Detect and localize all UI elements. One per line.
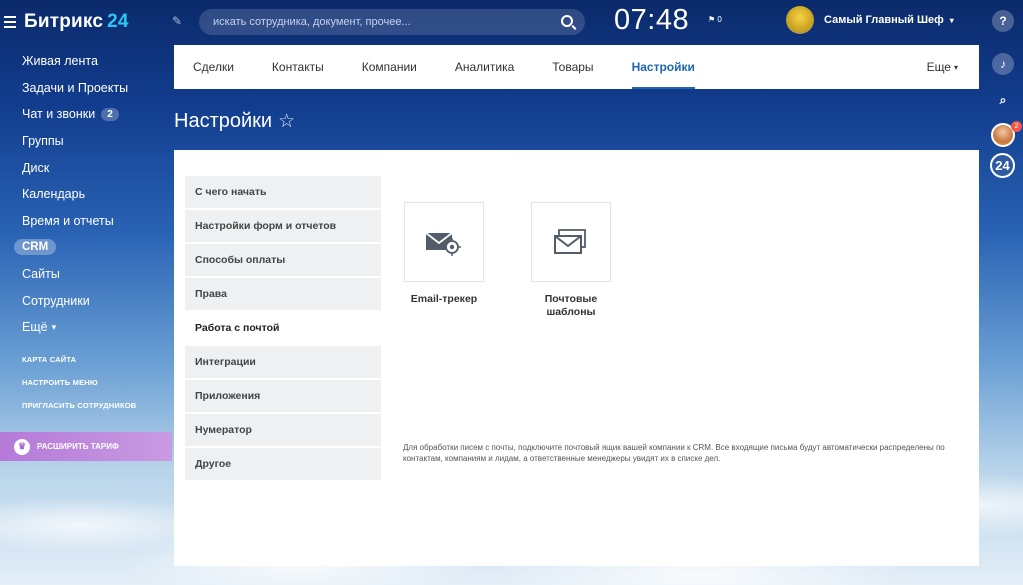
settings-item-forms[interactable]: Настройки форм и отчетов bbox=[185, 210, 381, 242]
settings-item-other[interactable]: Другое bbox=[185, 448, 381, 480]
sidebar-item-label: Диск bbox=[22, 160, 50, 175]
bitrix24-icon[interactable]: 24 bbox=[990, 153, 1015, 178]
sidebar-item-calendar[interactable]: Календарь bbox=[0, 181, 172, 208]
sidebar-item-feed[interactable]: Живая лента bbox=[0, 48, 172, 75]
logo-text: Битрикс bbox=[24, 11, 104, 32]
sidebar-item-label: Чат и звонки bbox=[22, 107, 96, 122]
sidebar-item-label: Сайты bbox=[22, 267, 60, 282]
settings-item-rights[interactable]: Права bbox=[185, 278, 381, 310]
menu-burger-icon[interactable] bbox=[4, 16, 22, 28]
pencil-icon[interactable]: ✎ bbox=[172, 14, 182, 28]
user-menu[interactable]: Самый Главный Шеф ▾ bbox=[786, 6, 954, 34]
flag-icon: ⚑ bbox=[708, 15, 716, 24]
user-name: Самый Главный Шеф bbox=[824, 14, 944, 26]
mail-templates-tile[interactable] bbox=[531, 202, 611, 282]
email-tracker-icon bbox=[425, 232, 461, 256]
sitemap-link[interactable]: КАРТА САЙТА bbox=[22, 355, 136, 378]
sidebar-item-disk[interactable]: Диск bbox=[0, 154, 172, 181]
page-title: Настройки bbox=[174, 110, 273, 132]
chevron-down-icon: ▾ bbox=[949, 15, 954, 25]
email-tracker-label[interactable]: Email-трекер bbox=[394, 293, 494, 306]
left-sidebar: Битрикс 24 Живая лента Задачи и Проекты Ч… bbox=[0, 0, 172, 585]
tab-deals[interactable]: Сделки bbox=[174, 45, 253, 89]
search-icon[interactable]: ⌕ bbox=[992, 89, 1014, 111]
settings-item-payment[interactable]: Способы оплаты bbox=[185, 244, 381, 276]
mail-templates-icon bbox=[554, 229, 586, 254]
sidebar-item-label: Время и отчеты bbox=[22, 213, 114, 228]
sidebar-item-tasks[interactable]: Задачи и Проекты bbox=[0, 75, 172, 102]
upgrade-plan-button[interactable]: ♛ РАСШИРИТЬ ТАРИФ bbox=[0, 432, 172, 461]
settings-item-apps[interactable]: Приложения bbox=[185, 380, 381, 412]
sidebar-small-links: КАРТА САЙТА НАСТРОИТЬ МЕНЮ ПРИГЛАСИТЬ СО… bbox=[22, 355, 136, 424]
mail-hint-text: Для обработки писем с почты, подключите … bbox=[403, 443, 945, 463]
invite-employees-link[interactable]: ПРИГЛАСИТЬ СОТРУДНИКОВ bbox=[22, 401, 136, 424]
page-title-row: Настройки ☆ bbox=[174, 110, 295, 133]
logo-row: Битрикс 24 bbox=[0, 0, 190, 44]
tab-settings[interactable]: Настройки bbox=[613, 45, 714, 89]
avatar bbox=[786, 6, 814, 34]
settings-item-mail[interactable]: Работа с почтой bbox=[185, 312, 381, 344]
sidebar-item-label: Ещё bbox=[22, 320, 48, 335]
search-placeholder: искать сотрудника, документ, прочее... bbox=[213, 16, 411, 28]
sidebar-item-time-reports[interactable]: Время и отчеты bbox=[0, 208, 172, 235]
configure-menu-link[interactable]: НАСТРОИТЬ МЕНЮ bbox=[22, 378, 136, 401]
sidebar-item-label: Живая лента bbox=[22, 54, 98, 69]
sidebar-item-label: Календарь bbox=[22, 187, 86, 202]
notification-badge: 2 bbox=[1011, 121, 1022, 132]
chevron-down-icon: ▾ bbox=[953, 62, 958, 72]
sidebar-item-crm[interactable]: CRM bbox=[0, 234, 172, 261]
sidebar-item-chat[interactable]: Чат и звонки 2 bbox=[0, 101, 172, 128]
tab-contacts[interactable]: Контакты bbox=[253, 45, 343, 89]
sidebar-item-label: Сотрудники bbox=[22, 293, 90, 308]
mail-templates-label[interactable]: Почтовые шаблоны bbox=[521, 293, 621, 319]
sidebar-item-label: Группы bbox=[22, 134, 64, 149]
sidebar-menu: Живая лента Задачи и Проекты Чат и звонк… bbox=[0, 48, 172, 341]
search-input[interactable]: искать сотрудника, документ, прочее... bbox=[199, 9, 585, 35]
crm-tabs: Сделки Контакты Компании Аналитика Товар… bbox=[174, 45, 979, 89]
email-tracker-tile[interactable] bbox=[404, 202, 484, 282]
sidebar-item-employees[interactable]: Сотрудники bbox=[0, 287, 172, 314]
right-strip: ? ♪ ⌕ 2 24 bbox=[981, 0, 1023, 585]
tab-products[interactable]: Товары bbox=[533, 45, 612, 89]
crown-icon: ♛ bbox=[14, 438, 30, 455]
sidebar-item-more[interactable]: Ещё ▾ bbox=[0, 314, 172, 341]
settings-item-start[interactable]: С чего начать bbox=[185, 176, 381, 208]
chevron-down-icon: ▾ bbox=[51, 321, 57, 332]
settings-item-integrations[interactable]: Интеграции bbox=[185, 346, 381, 378]
tabs-more-button[interactable]: Еще ▾ bbox=[927, 45, 958, 89]
help-glyph: ? bbox=[999, 14, 1007, 28]
bell-icon[interactable]: ♪ bbox=[992, 53, 1014, 75]
sidebar-item-groups[interactable]: Группы bbox=[0, 128, 172, 155]
settings-panel: С чего начать Настройки форм и отчетов С… bbox=[174, 150, 979, 566]
sidebar-item-label: CRM bbox=[14, 239, 57, 256]
tab-analytics[interactable]: Аналитика bbox=[436, 45, 533, 89]
clock[interactable]: 07:48 bbox=[614, 4, 689, 37]
flag-count: 0 bbox=[717, 15, 722, 24]
app-logo[interactable]: Битрикс 24 bbox=[24, 11, 129, 33]
sidebar-item-label: Задачи и Проекты bbox=[22, 80, 129, 95]
sidebar-item-sites[interactable]: Сайты bbox=[0, 261, 172, 288]
logo-number: 24 bbox=[107, 11, 129, 32]
search-icon[interactable] bbox=[561, 15, 573, 27]
upgrade-label: РАСШИРИТЬ ТАРИФ bbox=[37, 442, 119, 451]
settings-menu: С чего начать Настройки форм и отчетов С… bbox=[185, 176, 381, 482]
help-icon[interactable]: ? bbox=[992, 10, 1014, 32]
settings-item-numerator[interactable]: Нумератор bbox=[185, 414, 381, 446]
tab-companies[interactable]: Компании bbox=[343, 45, 436, 89]
more-label: Еще bbox=[926, 60, 951, 74]
chat-count-badge: 2 bbox=[101, 107, 119, 121]
flag-counter[interactable]: ⚑ 0 bbox=[708, 15, 722, 24]
star-icon[interactable]: ☆ bbox=[278, 110, 295, 133]
